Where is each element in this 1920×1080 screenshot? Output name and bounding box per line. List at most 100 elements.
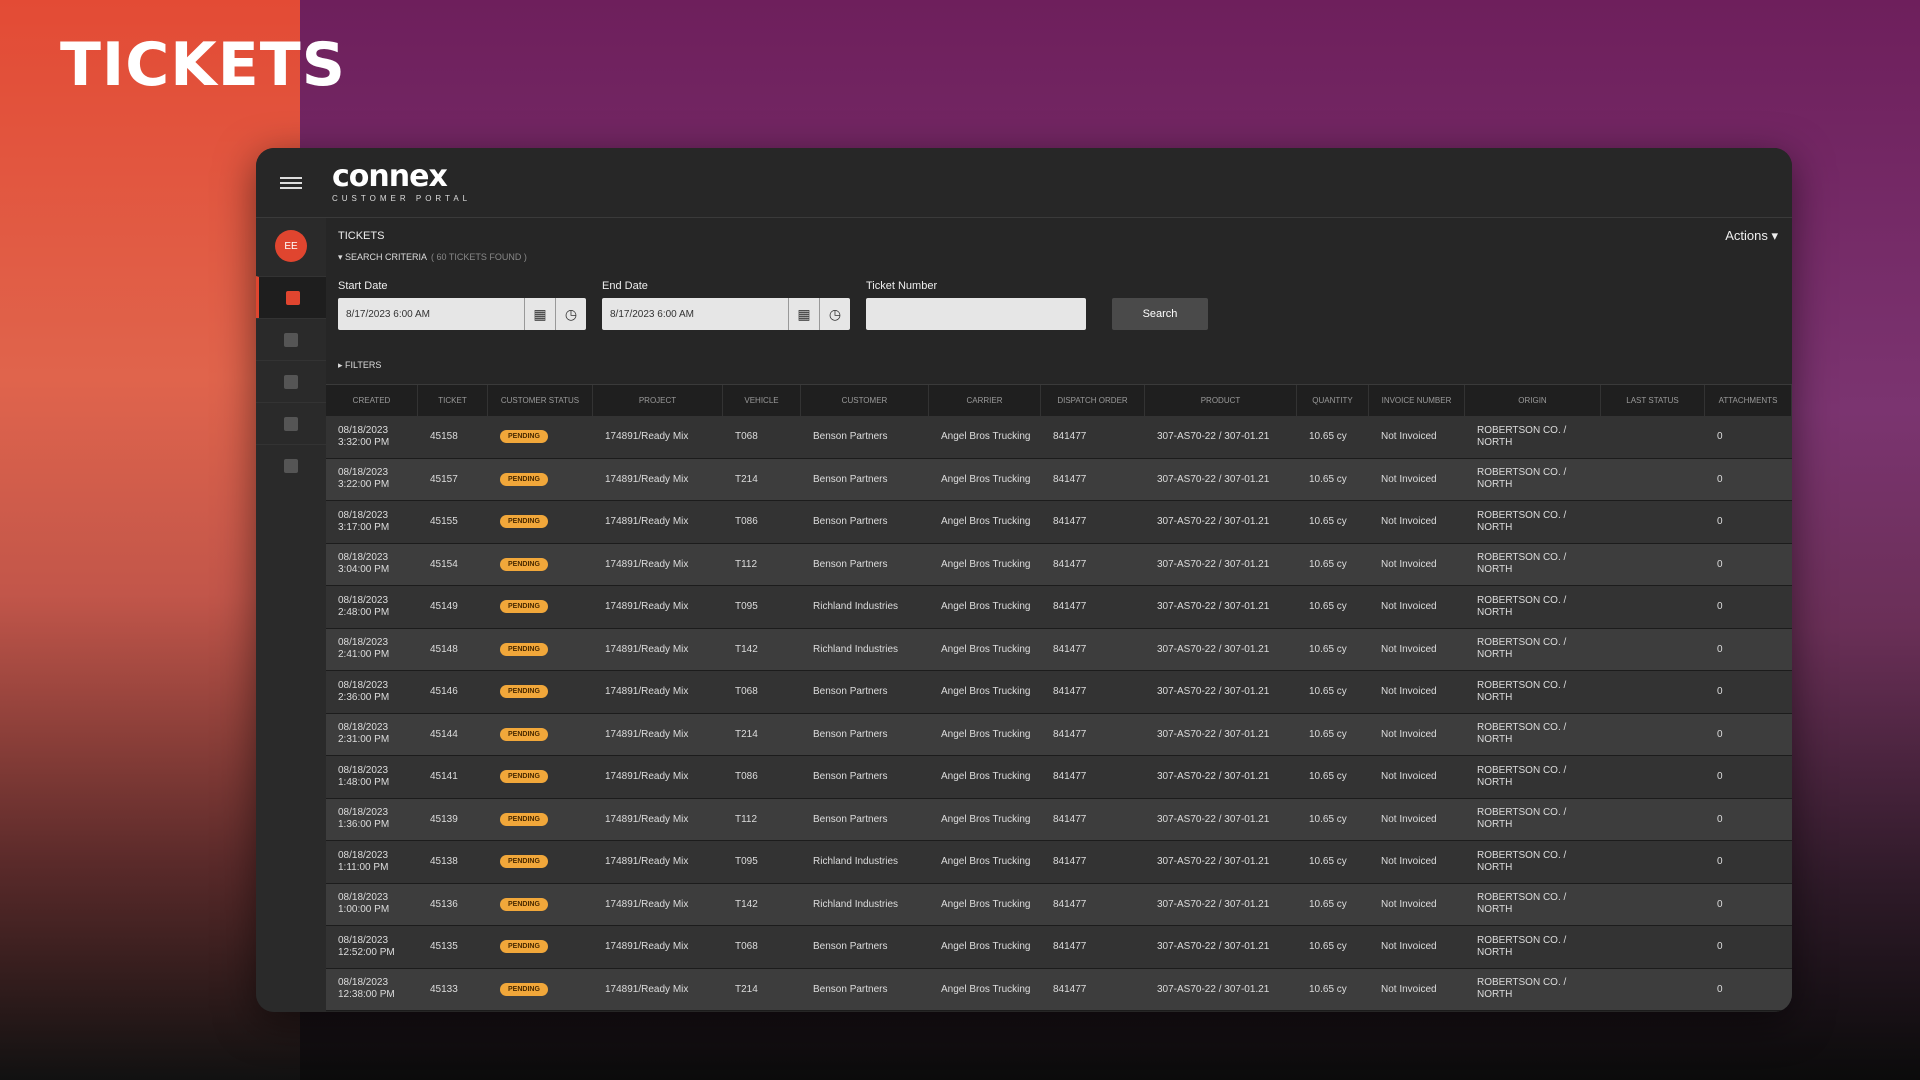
- attachments-cell: 0: [1717, 516, 1723, 528]
- column-header[interactable]: VEHICLE: [723, 385, 801, 416]
- created-cell: 08/18/2023 2:31:00 PM: [326, 714, 418, 756]
- sidebar-item-share[interactable]: [256, 402, 326, 444]
- column-header[interactable]: QUANTITY: [1297, 385, 1369, 416]
- project-cell: 174891/Ready Mix: [605, 601, 689, 613]
- avatar[interactable]: EE: [275, 230, 307, 262]
- project-cell: 174891/Ready Mix: [605, 813, 689, 825]
- customer-status-cell: PENDING: [488, 671, 593, 713]
- actions-menu[interactable]: Actions ▾: [1725, 228, 1778, 244]
- start-date-field[interactable]: 8/17/2023 6:00 AM ▦ ◷: [338, 298, 586, 330]
- search-button[interactable]: Search: [1112, 298, 1208, 330]
- column-header[interactable]: ATTACHMENTS: [1705, 385, 1792, 416]
- customer-status-cell: PENDING: [488, 799, 593, 841]
- last-status-cell: [1601, 629, 1705, 671]
- app-window: connex CUSTOMER PORTAL EE TICKETS ▾ SEAR…: [256, 148, 1792, 1012]
- table-row[interactable]: 08/18/2023 2:31:00 PM 45144 PENDING 174891/R…: [326, 713, 1792, 756]
- carrier-cell: Angel Bros Trucking: [941, 941, 1031, 953]
- customer-cell: Benson Partners: [813, 941, 888, 953]
- column-header[interactable]: CUSTOMER: [801, 385, 929, 416]
- column-header[interactable]: CUSTOMER STATUS: [488, 385, 593, 416]
- attachments-cell: 0: [1717, 643, 1723, 655]
- order-cell: 841477: [1053, 643, 1087, 655]
- attachments-cell: 0: [1717, 813, 1723, 825]
- sidebar: EE: [256, 218, 326, 1012]
- ticket-cell: 45158: [430, 431, 458, 443]
- customer-status-cell: PENDING: [488, 841, 593, 883]
- project-cell: 174891/Ready Mix: [605, 771, 689, 783]
- ticket-cell: 45138: [430, 856, 458, 868]
- product-cell: 307-AS70-22 / 307-01.21: [1157, 473, 1270, 485]
- column-header[interactable]: ORIGIN: [1465, 385, 1601, 416]
- order-cell: 841477: [1053, 431, 1087, 443]
- sidebar-item-list[interactable]: [256, 360, 326, 402]
- column-header[interactable]: CREATED: [326, 385, 418, 416]
- origin-cell: ROBERTSON CO. / NORTH: [1477, 424, 1567, 448]
- quantity-cell: 10.65 cy: [1309, 601, 1347, 613]
- end-date-field[interactable]: 8/17/2023 6:00 AM ▦ ◷: [602, 298, 850, 330]
- table-row[interactable]: 08/18/2023 2:36:00 PM 45146 PENDING 174891/R…: [326, 671, 1792, 714]
- table-row[interactable]: 08/18/2023 3:17:00 PM 45155 PENDING 174891/R…: [326, 501, 1792, 544]
- carrier-cell: Angel Bros Trucking: [941, 431, 1031, 443]
- status-badge: PENDING: [500, 642, 548, 656]
- hamburger-menu-icon[interactable]: [280, 174, 302, 192]
- sidebar-item-tags[interactable]: [256, 318, 326, 360]
- calendar-icon[interactable]: ▦: [788, 298, 819, 330]
- invoice-cell: Not Invoiced: [1381, 601, 1437, 613]
- table-row[interactable]: 08/18/2023 3:22:00 PM 45157 PENDING 174891/R…: [326, 458, 1792, 501]
- table-row[interactable]: 08/18/2023 1:11:00 PM 45138 PENDING 174891/R…: [326, 841, 1792, 884]
- product-cell: 307-AS70-22 / 307-01.21: [1157, 643, 1270, 655]
- clock-icon[interactable]: ◷: [819, 298, 850, 330]
- column-header[interactable]: PRODUCT: [1145, 385, 1297, 416]
- clock-icon[interactable]: ◷: [555, 298, 586, 330]
- created-time: 3:04:00 PM: [338, 564, 390, 576]
- ticket-number-input[interactable]: [866, 298, 1086, 330]
- table-row[interactable]: 08/18/2023 3:32:00 PM 45158 PENDING 174891/R…: [326, 416, 1792, 459]
- table-row[interactable]: 08/18/2023 1:36:00 PM 45139 PENDING 174891/R…: [326, 798, 1792, 841]
- column-header[interactable]: LAST STATUS: [1601, 385, 1705, 416]
- table-row[interactable]: 08/18/2023 12:38:00 PM 45133 PENDING 174891/…: [326, 968, 1792, 1011]
- calendar-icon[interactable]: ▦: [524, 298, 555, 330]
- created-time: 2:41:00 PM: [338, 649, 390, 661]
- column-header[interactable]: TICKET: [418, 385, 488, 416]
- table-row[interactable]: 08/18/2023 2:41:00 PM 45148 PENDING 174891/R…: [326, 628, 1792, 671]
- created-date: 08/18/2023: [338, 509, 389, 521]
- table-row[interactable]: 08/18/2023 12:52:00 PM 45135 PENDING 174891/…: [326, 926, 1792, 969]
- table-row[interactable]: 08/18/2023 1:00:00 PM 45136 PENDING 174891/R…: [326, 883, 1792, 926]
- page-title: TICKETS: [338, 230, 385, 242]
- column-header[interactable]: DISPATCH ORDER: [1041, 385, 1145, 416]
- order-cell: 841477: [1053, 686, 1087, 698]
- sidebar-item-people[interactable]: [256, 444, 326, 486]
- search-criteria-toggle[interactable]: ▾ SEARCH CRITERIA( 60 TICKETS FOUND ): [338, 252, 527, 263]
- column-header[interactable]: CARRIER: [929, 385, 1041, 416]
- quantity-cell: 10.65 cy: [1309, 558, 1347, 570]
- project-cell: 174891/Ready Mix: [605, 686, 689, 698]
- vehicle-cell: T142: [735, 643, 758, 655]
- ticket-cell: 45136: [430, 898, 458, 910]
- attachments-cell: 0: [1717, 558, 1723, 570]
- ticket-cell: 45154: [430, 558, 458, 570]
- table-row[interactable]: 08/18/2023 1:48:00 PM 45141 PENDING 174891/R…: [326, 756, 1792, 799]
- created-time: 12:38:00 PM: [338, 989, 395, 1001]
- invoice-cell: Not Invoiced: [1381, 431, 1437, 443]
- table-row[interactable]: 08/18/2023 2:48:00 PM 45149 PENDING 174891/R…: [326, 586, 1792, 629]
- invoice-cell: Not Invoiced: [1381, 516, 1437, 528]
- column-header[interactable]: INVOICE NUMBER: [1369, 385, 1465, 416]
- quantity-cell: 10.65 cy: [1309, 516, 1347, 528]
- created-cell: 08/18/2023 2:48:00 PM: [326, 586, 418, 628]
- project-cell: 174891/Ready Mix: [605, 473, 689, 485]
- customer-cell: Richland Industries: [813, 643, 899, 655]
- sidebar-item-tickets[interactable]: [256, 276, 326, 318]
- invoice-cell: Not Invoiced: [1381, 643, 1437, 655]
- created-date: 08/18/2023: [338, 637, 389, 649]
- customer-cell: Richland Industries: [813, 601, 899, 613]
- status-badge: PENDING: [500, 940, 548, 954]
- customer-cell: Richland Industries: [813, 856, 899, 868]
- order-cell: 841477: [1053, 558, 1087, 570]
- filters-toggle[interactable]: ▸ FILTERS: [338, 360, 381, 371]
- project-cell: 174891/Ready Mix: [605, 516, 689, 528]
- list-icon: [284, 374, 298, 389]
- table-row[interactable]: 08/18/2023 3:04:00 PM 45154 PENDING 174891/R…: [326, 543, 1792, 586]
- column-header[interactable]: PROJECT: [593, 385, 723, 416]
- ticket-number-label: Ticket Number: [866, 280, 938, 292]
- quantity-cell: 10.65 cy: [1309, 686, 1347, 698]
